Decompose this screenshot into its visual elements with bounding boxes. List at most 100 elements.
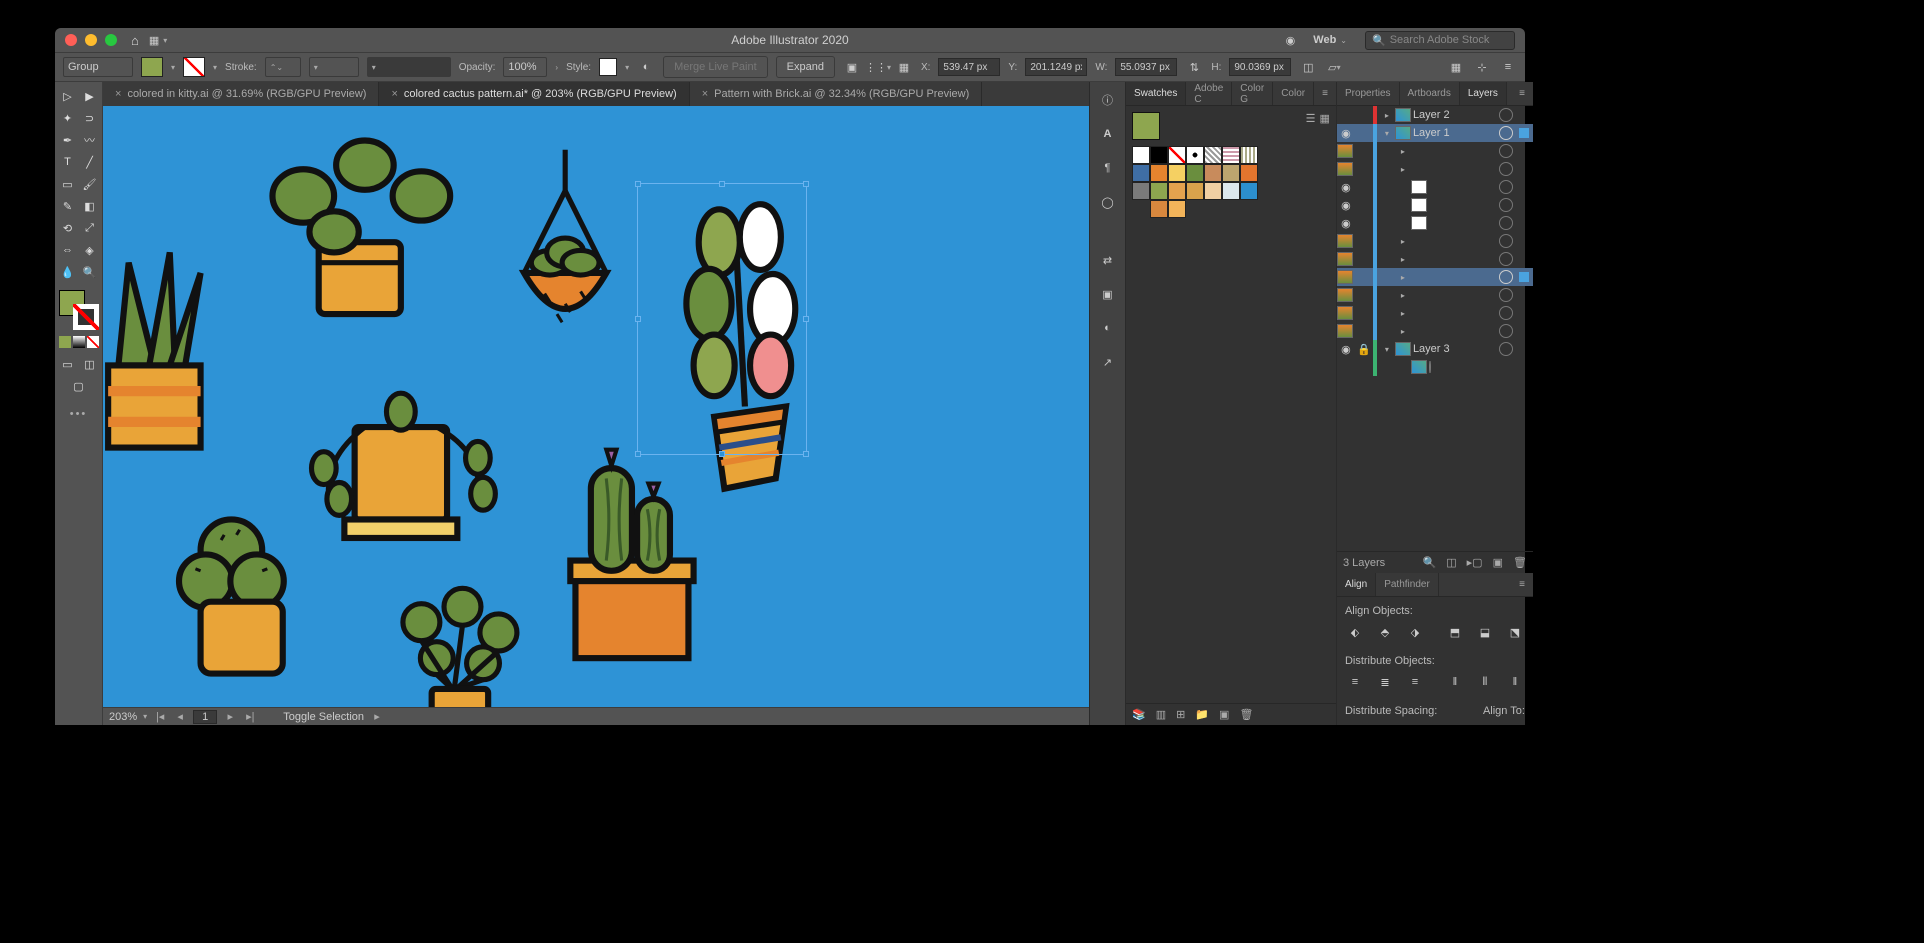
last-artboard-button[interactable]: ▸|: [243, 710, 257, 723]
layer-row[interactable]: ◉▸: [1337, 304, 1533, 322]
magic-wand-tool[interactable]: ✦: [58, 108, 78, 128]
swatch[interactable]: [1150, 182, 1168, 200]
layer-name[interactable]: Layer 1: [1413, 127, 1497, 139]
target-icon[interactable]: [1499, 324, 1513, 338]
close-tab-icon[interactable]: ×: [115, 88, 121, 100]
snap-point-icon[interactable]: ⊹: [1473, 58, 1491, 76]
link-wh-icon[interactable]: ⇅: [1185, 58, 1203, 76]
dist-left-icon[interactable]: ‖: [1445, 673, 1465, 691]
disclosure-triangle[interactable]: ▸: [1397, 165, 1409, 174]
layer-row[interactable]: ◉: [1337, 196, 1533, 214]
rotate-tool[interactable]: ⟲: [58, 218, 78, 238]
swatch[interactable]: [1222, 182, 1240, 200]
swatch[interactable]: [1204, 164, 1222, 182]
type-tool[interactable]: T: [58, 152, 78, 172]
zoom-level[interactable]: 203%: [109, 711, 137, 723]
layer-row[interactable]: ◉▾Layer 1: [1337, 124, 1533, 142]
artboard-number[interactable]: 1: [193, 710, 217, 724]
target-icon[interactable]: [1499, 252, 1513, 266]
target-icon[interactable]: [1499, 198, 1513, 212]
visibility-toggle[interactable]: ◉: [1337, 199, 1355, 212]
prefs-icon[interactable]: ≡: [1499, 58, 1517, 76]
width-input[interactable]: [1115, 58, 1177, 76]
recolor-artwork-icon[interactable]: ◐: [637, 58, 655, 76]
new-color-group-icon[interactable]: 📁: [1195, 708, 1209, 721]
swatch-library-icon[interactable]: 📚: [1132, 708, 1146, 721]
scale-tool[interactable]: ⤢: [80, 218, 100, 238]
grid-view-icon[interactable]: ▦: [1320, 112, 1330, 125]
layer-row[interactable]: ◉▸: [1337, 232, 1533, 250]
transparency-panel-icon[interactable]: ◐: [1098, 318, 1118, 338]
appearance-panel-icon[interactable]: ◯: [1098, 192, 1118, 212]
swatch-options-icon[interactable]: ⊞: [1176, 708, 1185, 721]
expand-button[interactable]: Expand: [776, 56, 835, 78]
eraser-tool[interactable]: ◧: [80, 196, 100, 216]
layer-name[interactable]: Layer 3: [1413, 343, 1497, 355]
layer-row[interactable]: ◉▸: [1337, 142, 1533, 160]
swatch[interactable]: [1222, 146, 1240, 164]
fill-swatch[interactable]: [141, 57, 163, 77]
zoom-window-button[interactable]: [105, 34, 117, 46]
disclosure-triangle[interactable]: ▸: [1397, 309, 1409, 318]
merge-live-paint-button[interactable]: Merge Live Paint: [663, 56, 768, 78]
direct-selection-tool[interactable]: ▶: [80, 86, 100, 106]
arrange-documents-button[interactable]: ▦ ▾: [149, 33, 169, 47]
layers-tab[interactable]: Layers: [1460, 82, 1507, 105]
align-hcenter-icon[interactable]: ⬘: [1375, 623, 1395, 641]
locate-object-icon[interactable]: 🔍: [1423, 556, 1437, 569]
swatch[interactable]: [1186, 146, 1204, 164]
swatch-kind-icon[interactable]: ▥: [1156, 708, 1166, 721]
disclosure-triangle[interactable]: ▸: [1397, 147, 1409, 156]
swatch[interactable]: [1204, 146, 1222, 164]
shaper-tool[interactable]: ✎: [58, 196, 78, 216]
swatch[interactable]: [1240, 164, 1258, 182]
visibility-toggle[interactable]: ◉: [1337, 181, 1355, 194]
swatch[interactable]: [1168, 164, 1186, 182]
actions-panel-icon[interactable]: ▣: [1098, 284, 1118, 304]
target-icon[interactable]: [1499, 126, 1513, 140]
free-transform-tool[interactable]: ◈: [80, 240, 100, 260]
selection-bounds[interactable]: [637, 183, 807, 455]
stroke-weight-dropdown[interactable]: ⌃⌄: [265, 57, 301, 77]
swatches-tab[interactable]: Swatches: [1126, 82, 1186, 105]
artboard[interactable]: [103, 106, 1089, 707]
target-icon[interactable]: [1499, 144, 1513, 158]
swatch[interactable]: [1168, 200, 1186, 218]
swatch[interactable]: [1132, 182, 1150, 200]
swatch[interactable]: [1222, 164, 1240, 182]
edit-toolbar-button[interactable]: •••: [70, 408, 88, 420]
disclosure-triangle[interactable]: ▸: [1397, 291, 1409, 300]
lock-toggle[interactable]: 🔒: [1357, 343, 1371, 356]
swatch[interactable]: [1168, 146, 1186, 164]
prev-artboard-button[interactable]: ◂: [173, 710, 187, 723]
disclosure-triangle[interactable]: ▸: [1397, 237, 1409, 246]
info-panel-icon[interactable]: ⓘ: [1098, 90, 1118, 110]
panel-menu-icon[interactable]: ≡: [1511, 82, 1533, 105]
dist-vcenter-icon[interactable]: ≣: [1375, 673, 1395, 691]
layer-row[interactable]: ◉▸: [1337, 322, 1533, 340]
target-icon[interactable]: [1499, 306, 1513, 320]
target-icon[interactable]: [1499, 108, 1513, 122]
x-input[interactable]: [938, 58, 1000, 76]
target-icon[interactable]: [1499, 342, 1513, 356]
line-tool[interactable]: ╱: [80, 152, 100, 172]
align-right-icon[interactable]: ⬗: [1405, 623, 1425, 641]
eyedropper-tool[interactable]: 💧: [58, 262, 78, 282]
swatch[interactable]: [1186, 164, 1204, 182]
layer-row[interactable]: ◉▸: [1337, 286, 1533, 304]
dist-right-icon[interactable]: ‖: [1505, 673, 1525, 691]
new-sublayer-icon[interactable]: ▸▢: [1467, 556, 1483, 569]
visibility-toggle[interactable]: ◉: [1337, 217, 1355, 230]
y-input[interactable]: [1025, 58, 1087, 76]
properties-tab[interactable]: Properties: [1337, 82, 1400, 105]
panel-menu-icon[interactable]: ≡: [1314, 82, 1336, 105]
disclosure-triangle[interactable]: ▸: [1397, 255, 1409, 264]
swatch[interactable]: [1150, 146, 1168, 164]
draw-behind-icon[interactable]: ◫: [80, 354, 100, 374]
gpu-perf-icon[interactable]: ◉: [1286, 34, 1296, 47]
layer-row[interactable]: ▸Layer 2: [1337, 106, 1533, 124]
layer-name[interactable]: [1429, 361, 1529, 373]
minimize-window-button[interactable]: [85, 34, 97, 46]
swatch[interactable]: [1168, 182, 1186, 200]
target-icon[interactable]: [1429, 361, 1431, 373]
